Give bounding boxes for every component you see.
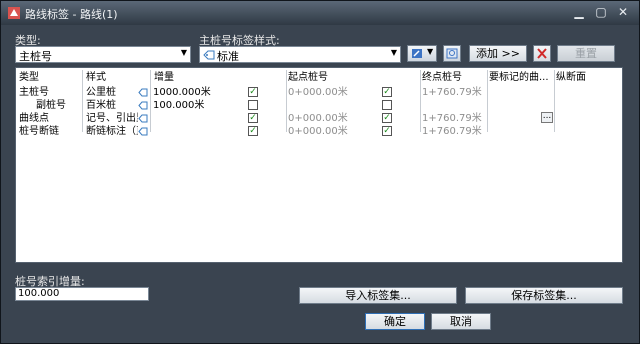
header-style[interactable]: 样式	[86, 71, 146, 84]
station-increment-input[interactable]: 100.000	[15, 287, 149, 301]
maximize-button[interactable]: ▢	[591, 4, 611, 20]
type-selected-value: 主桩号	[19, 50, 52, 63]
start-checkbox[interactable]: ✓	[248, 126, 258, 136]
row-start-station	[288, 99, 368, 112]
label-grid: 类型 样式 增量 起点桩号 终点桩号 要标记的曲... 纵断面 主桩号 公里桩 …	[15, 67, 623, 263]
row-style[interactable]: 断链标注（直	[86, 125, 138, 138]
window-title: 路线标签 - 路线(1)	[25, 8, 118, 21]
header-start-station[interactable]: 起点桩号	[288, 71, 368, 84]
header-increment[interactable]: 增量	[154, 71, 214, 84]
cancel-button[interactable]: 取消	[431, 313, 491, 330]
label-style-icon	[203, 50, 215, 60]
chevron-down-icon: ▼	[390, 48, 397, 57]
delete-button[interactable]	[533, 45, 551, 62]
reset-button[interactable]: 重置	[557, 45, 615, 62]
add-button[interactable]: 添加 >>	[469, 45, 527, 62]
header-curves[interactable]: 要标记的曲...	[489, 71, 554, 84]
header-type[interactable]: 类型	[19, 71, 79, 84]
row-end-station: 1+760.79米	[422, 126, 482, 137]
row-increment[interactable]: 100.000米	[153, 99, 243, 112]
end-checkbox[interactable]: ✓	[382, 126, 392, 136]
row-end-station: 1+760.79米	[422, 87, 482, 98]
close-button[interactable]: ✕	[613, 4, 633, 20]
label-style-icon	[138, 88, 148, 97]
table-row[interactable]: 曲线点 记号、引出里 ✓ 0+000.00米 ✓ 1+760.79米 ...	[16, 112, 622, 125]
app-icon	[8, 7, 20, 19]
header-end-station[interactable]: 终点桩号	[422, 71, 492, 84]
header-profile[interactable]: 纵断面	[556, 71, 616, 84]
table-row[interactable]: 副桩号 百米桩 100.000米	[16, 99, 622, 112]
title-bar: 路线标签 - 路线(1) ▁ ▢ ✕	[1, 1, 639, 25]
end-checkbox[interactable]: ✓	[382, 87, 392, 97]
edit-style-button[interactable]: ▼	[407, 45, 437, 62]
minimize-button[interactable]: ▁	[569, 4, 589, 20]
row-increment[interactable]: 1000.000米	[153, 86, 243, 99]
style-selected-value: 标准	[217, 50, 239, 63]
row-start-station: 0+000.00米	[288, 126, 348, 137]
start-checkbox[interactable]: ✓	[248, 113, 258, 123]
row-end-station: 1+760.79米	[422, 113, 482, 124]
table-row[interactable]: 桩号断链 断链标注（直 ✓ 0+000.00米 ✓ 1+760.79米	[16, 125, 622, 138]
row-profile	[556, 125, 616, 138]
import-label-set-button[interactable]: 导入标签集...	[299, 287, 457, 304]
label-style-icon	[138, 101, 148, 110]
row-curves	[489, 125, 549, 138]
row-profile	[556, 86, 616, 99]
row-type: 桩号断链	[19, 126, 59, 137]
row-start-station: 0+000.00米	[288, 87, 348, 98]
start-checkbox[interactable]	[248, 100, 258, 110]
row-increment[interactable]	[153, 112, 243, 125]
preview-icon	[446, 48, 458, 59]
row-style[interactable]: 公里桩	[86, 86, 138, 99]
curves-browse-button[interactable]: ...	[541, 112, 553, 123]
row-style[interactable]: 记号、引出里	[86, 112, 138, 125]
chevron-down-icon: ▼	[180, 48, 187, 57]
edit-pencil-icon	[412, 49, 422, 58]
dialog-window: 路线标签 - 路线(1) ▁ ▢ ✕ 类型: 主桩号 ▼ 主桩号标签样式: 标准…	[0, 0, 640, 344]
pick-style-button[interactable]	[443, 45, 461, 62]
end-checkbox[interactable]	[382, 100, 392, 110]
row-type: 曲线点	[19, 113, 49, 124]
row-style[interactable]: 百米桩	[86, 99, 138, 112]
label-style-icon	[138, 127, 148, 136]
row-type: 副桩号	[36, 100, 66, 111]
row-start-station: 0+000.00米	[288, 113, 348, 124]
type-select[interactable]: 主桩号 ▼	[15, 46, 191, 63]
row-increment[interactable]	[153, 125, 243, 138]
end-checkbox[interactable]: ✓	[382, 113, 392, 123]
row-type: 主桩号	[19, 87, 49, 98]
ok-button[interactable]: 确定	[365, 313, 425, 330]
row-end-station	[422, 99, 486, 112]
delete-x-icon	[537, 48, 547, 59]
dropdown-arrow-icon: ▼	[427, 47, 434, 56]
table-row[interactable]: 主桩号 公里桩 1000.000米 ✓ 0+000.00米 ✓ 1+760.79…	[16, 86, 622, 99]
row-profile	[556, 99, 616, 112]
grid-header-row: 类型 样式 增量 起点桩号 终点桩号 要标记的曲... 纵断面	[16, 71, 622, 84]
style-select[interactable]: 标准 ▼	[199, 46, 401, 63]
row-profile	[556, 112, 616, 125]
label-style-icon	[138, 114, 148, 123]
row-curves	[489, 86, 549, 99]
save-label-set-button[interactable]: 保存标签集...	[465, 287, 623, 304]
start-checkbox[interactable]: ✓	[248, 87, 258, 97]
row-curves	[489, 99, 549, 112]
